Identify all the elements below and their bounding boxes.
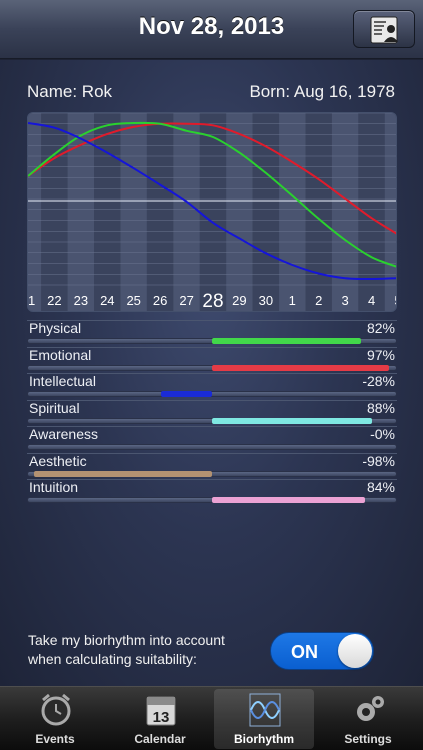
chart-day-stripe bbox=[331, 113, 359, 311]
metric-divider bbox=[27, 479, 397, 480]
chart-day-stripe bbox=[120, 113, 147, 311]
chart-tick-label: 4 bbox=[368, 293, 375, 308]
metric-divider bbox=[27, 320, 397, 321]
chart-tick-label: 2 bbox=[315, 293, 322, 308]
chart-tick-label: 5 bbox=[394, 293, 397, 308]
metric-label: Intuition bbox=[29, 479, 79, 495]
metric-row-spiritual: Spiritual 88% bbox=[27, 399, 397, 426]
suitability-toggle[interactable]: ON bbox=[270, 632, 374, 670]
metric-value: -28% bbox=[362, 373, 395, 389]
navigation-bar: Nov 28, 2013 bbox=[0, 0, 423, 59]
suitability-line-1: Take my biorhythm into account bbox=[28, 632, 225, 648]
metric-track bbox=[27, 391, 397, 397]
metric-divider bbox=[27, 399, 397, 401]
suitability-description: Take my biorhythm into account when calc… bbox=[28, 631, 225, 669]
chart-tick-selected-day: 28 bbox=[202, 291, 223, 312]
chart-tick-label: 23 bbox=[74, 293, 88, 308]
alarm-clock-icon bbox=[41, 693, 71, 726]
chart-day-stripe bbox=[305, 113, 332, 311]
metric-value: -98% bbox=[362, 452, 395, 469]
chart-day-stripe bbox=[28, 113, 42, 311]
tab-events-label: Events bbox=[35, 732, 75, 746]
chart-tick-label: 30 bbox=[259, 293, 273, 308]
metric-label: Physical bbox=[29, 320, 82, 336]
profile-button[interactable] bbox=[353, 10, 415, 48]
tab-settings[interactable]: Settings bbox=[318, 689, 418, 749]
metric-row-intuition: Intuition 84% bbox=[27, 479, 397, 505]
chart-day-stripe bbox=[173, 113, 200, 311]
metric-fill-bar bbox=[212, 338, 362, 344]
metric-row-emotional: Emotional 97% bbox=[27, 346, 397, 373]
chart-day-stripe bbox=[252, 113, 279, 311]
metric-fill-bar bbox=[161, 391, 212, 397]
tab-biorhythm[interactable]: Biorhythm bbox=[214, 689, 314, 749]
chart-tick-label: 3 bbox=[341, 293, 348, 308]
chart-tick-label: 27 bbox=[179, 293, 193, 308]
tab-events[interactable]: Events bbox=[5, 689, 105, 749]
metric-label: Awareness bbox=[29, 426, 99, 442]
metric-value: 84% bbox=[366, 479, 395, 495]
person-born-date: Born: Aug 16, 1978 bbox=[249, 82, 395, 101]
chart-tick-label: 26 bbox=[153, 293, 167, 308]
metric-label: Intellectual bbox=[29, 373, 96, 389]
chart-tick-label: 22 bbox=[47, 293, 61, 308]
metric-value: -0% bbox=[370, 426, 395, 442]
chart-day-stripe bbox=[279, 113, 306, 311]
toggle-knob[interactable] bbox=[338, 634, 372, 668]
chart-tick-label: 1 bbox=[289, 293, 296, 308]
biorhythm-waves-icon bbox=[249, 693, 281, 727]
suitability-line-2: when calculating suitability: bbox=[28, 651, 197, 667]
chart-tick-label: 21 bbox=[28, 293, 35, 308]
chart-day-stripe bbox=[146, 113, 174, 311]
tab-calendar[interactable]: 13 Calendar bbox=[110, 689, 210, 749]
chart-day-stripe bbox=[94, 113, 121, 311]
chart-day-stripe bbox=[384, 113, 396, 311]
tab-calendar-label: Calendar bbox=[134, 732, 186, 746]
svg-text:13: 13 bbox=[153, 709, 170, 726]
gears-icon bbox=[357, 696, 384, 721]
metric-value: 97% bbox=[366, 346, 395, 363]
chart-day-stripe bbox=[41, 113, 68, 311]
metric-fill-bar bbox=[212, 364, 389, 371]
metric-fill-bar bbox=[212, 417, 373, 424]
metric-row-physical: Physical 82% bbox=[27, 320, 397, 346]
biorhythm-chart[interactable]: 2122232425262728293012345 bbox=[27, 112, 397, 312]
chart-tick-label: 29 bbox=[232, 293, 246, 308]
metric-label: Emotional bbox=[29, 346, 92, 363]
contact-card-icon bbox=[370, 16, 398, 44]
metric-fill-bar bbox=[33, 470, 212, 477]
person-name: Name: Rok bbox=[27, 82, 113, 101]
tab-biorhythm-label: Biorhythm bbox=[234, 732, 294, 746]
metric-row-aesthetic: Aesthetic -98% bbox=[27, 452, 397, 479]
chart-tick-label: 25 bbox=[126, 293, 140, 308]
tab-bar: Events 13 Calendar Biorhythm Settings bbox=[0, 686, 423, 750]
metric-label: Aesthetic bbox=[29, 452, 87, 469]
metric-value: 82% bbox=[366, 320, 395, 336]
metric-row-intellectual: Intellectual -28% bbox=[27, 373, 397, 399]
metric-track bbox=[27, 444, 397, 450]
tab-settings-label: Settings bbox=[344, 732, 392, 746]
toggle-state-label: ON bbox=[291, 642, 318, 662]
metric-value: 88% bbox=[366, 399, 395, 416]
chart-tick-label: 24 bbox=[100, 293, 114, 308]
metric-fill-bar bbox=[212, 497, 365, 503]
calendar-icon: 13 bbox=[146, 696, 176, 726]
chart-day-stripe bbox=[226, 113, 253, 311]
biorhythm-chart-svg: 2122232425262728293012345 bbox=[28, 113, 397, 312]
metric-label: Spiritual bbox=[29, 399, 80, 416]
metric-row-awareness: Awareness -0% bbox=[27, 426, 397, 452]
